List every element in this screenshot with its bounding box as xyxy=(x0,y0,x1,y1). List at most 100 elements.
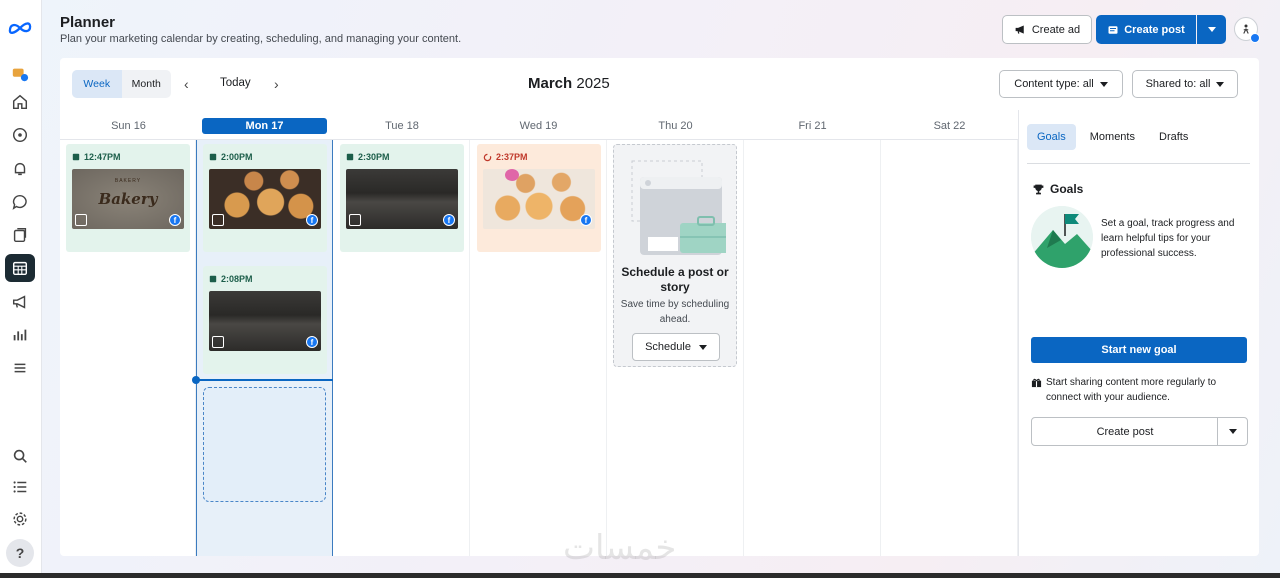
day-header-today[interactable]: Mon 17 xyxy=(202,118,327,134)
chevron-down-icon xyxy=(1228,429,1237,434)
tabs-divider xyxy=(1027,163,1250,164)
planner-main: Week Month ‹ Today › March 2025 Content … xyxy=(60,58,1259,556)
facebook-icon: f xyxy=(306,214,318,226)
create-ad-button[interactable]: Create ad xyxy=(1002,15,1092,44)
week-view-button[interactable]: Week xyxy=(72,70,122,98)
chevron-right-icon[interactable]: › xyxy=(274,76,279,92)
post-thumbnail: BAKERY Bakery f xyxy=(72,169,184,229)
day-header[interactable]: Sat 22 xyxy=(881,118,1018,134)
post-time: 2:00PM xyxy=(209,151,321,163)
watermark: خمسات xyxy=(563,528,677,568)
ads-icon[interactable] xyxy=(5,288,35,316)
day-header[interactable]: Tue 18 xyxy=(334,118,470,134)
schedule-label: Schedule xyxy=(645,341,691,353)
schedule-prompt-body: Save time by scheduling ahead. xyxy=(620,299,730,325)
facebook-icon: f xyxy=(306,336,318,348)
post-type-icon xyxy=(346,153,354,161)
content-type-filter[interactable]: Content type: all xyxy=(999,70,1123,98)
chat-icon[interactable] xyxy=(5,188,35,216)
panel-create-post-dropdown[interactable] xyxy=(1217,417,1248,446)
help-icon[interactable]: ? xyxy=(6,539,34,567)
week-calendar: Sun 16 Mon 17 Tue 18 Wed 19 Thu 20 Fri 2… xyxy=(60,110,1018,556)
create-post-dropdown[interactable] xyxy=(1197,15,1226,44)
facebook-icon: f xyxy=(169,214,181,226)
compass-icon[interactable] xyxy=(5,121,35,149)
trophy-icon xyxy=(1033,184,1044,194)
reel-icon xyxy=(349,214,361,226)
panel-create-post-button[interactable]: Create post xyxy=(1031,417,1219,446)
post-thumbnail: f xyxy=(209,169,321,229)
create-ad-label: Create ad xyxy=(1031,23,1081,36)
post-type-icon xyxy=(209,275,217,283)
goals-heading: Goals xyxy=(1032,182,1083,196)
tab-moments[interactable]: Moments xyxy=(1080,124,1145,150)
empty-time-slot[interactable] xyxy=(203,387,326,502)
scheduled-post-card[interactable]: 2:00PM f xyxy=(203,144,327,252)
schedule-prompt-card: Schedule a post or story Save time by sc… xyxy=(613,144,737,367)
megaphone-icon xyxy=(1015,25,1024,34)
failed-post-card[interactable]: 2:37PM f xyxy=(477,144,601,252)
search-icon[interactable] xyxy=(5,442,35,470)
page-title: Planner xyxy=(60,14,116,31)
settings-icon[interactable] xyxy=(5,505,35,533)
meta-logo-icon[interactable] xyxy=(5,14,35,42)
home-icon[interactable] xyxy=(5,88,35,116)
month-view-button[interactable]: Month xyxy=(122,70,172,98)
calendar-toolbar: Week Month ‹ Today › March 2025 Content … xyxy=(60,58,1259,110)
day-header[interactable]: Sun 16 xyxy=(64,118,193,134)
thumbnail-text: Bakery xyxy=(98,190,158,208)
current-time-line xyxy=(196,379,333,381)
post-type-icon xyxy=(72,153,80,161)
month-title: March 2025 xyxy=(528,75,610,92)
post-format-icon xyxy=(75,214,87,226)
avatar[interactable] xyxy=(1234,17,1260,43)
day-header[interactable]: Thu 20 xyxy=(607,118,744,134)
shared-to-filter[interactable]: Shared to: all xyxy=(1132,70,1238,98)
share-tip: Start sharing content more regularly to … xyxy=(1031,375,1251,405)
tab-drafts[interactable]: Drafts xyxy=(1149,124,1198,150)
post-time: 2:30PM xyxy=(346,151,458,163)
thumbnail-caption: BAKERY xyxy=(114,178,142,184)
goal-mountain-icon xyxy=(1031,206,1093,268)
day-column-fri[interactable] xyxy=(744,140,881,556)
scheduled-post-card[interactable]: 12:47PM BAKERY Bakery f xyxy=(66,144,190,252)
taskbar xyxy=(0,573,1280,578)
year: 2025 xyxy=(576,75,610,92)
facebook-icon: f xyxy=(580,214,592,226)
today-button[interactable]: Today xyxy=(220,77,251,89)
current-time-dot xyxy=(192,376,200,384)
list-icon[interactable] xyxy=(5,473,35,501)
post-time: 2:08PM xyxy=(209,273,321,285)
menu-icon[interactable] xyxy=(5,354,35,382)
post-thumbnail: f xyxy=(209,291,321,351)
day-header[interactable]: Wed 19 xyxy=(470,118,607,134)
insights-icon[interactable] xyxy=(5,321,35,349)
tab-goals[interactable]: Goals xyxy=(1027,124,1076,150)
create-post-button[interactable]: Create post xyxy=(1096,15,1196,44)
day-header[interactable]: Fri 21 xyxy=(744,118,881,134)
post-type-icon xyxy=(209,153,217,161)
view-switcher: Week Month xyxy=(72,70,171,98)
post-thumbnail: f xyxy=(346,169,458,229)
heart-icon xyxy=(505,169,519,181)
chevron-left-icon[interactable]: ‹ xyxy=(184,76,189,92)
chevron-down-icon xyxy=(1207,27,1216,32)
day-column-sat[interactable] xyxy=(881,140,1018,556)
planner-icon[interactable] xyxy=(5,254,35,282)
post-time: 2:37PM xyxy=(483,151,595,163)
post-time: 12:47PM xyxy=(72,151,184,163)
left-rail: ? xyxy=(0,0,42,578)
bell-icon[interactable] xyxy=(5,155,35,183)
month-name: March xyxy=(528,75,573,92)
calendar-illustration-icon xyxy=(631,160,726,255)
schedule-button[interactable]: Schedule xyxy=(632,333,720,361)
post-thumbnail: f xyxy=(483,169,595,229)
notifications-icon[interactable] xyxy=(5,60,35,88)
scheduled-post-card[interactable]: 2:30PM f xyxy=(340,144,464,252)
shared-to-label: Shared to: all xyxy=(1145,78,1211,90)
goals-panel: Goals Moments Drafts Goals Set a goal, t… xyxy=(1018,110,1259,556)
scheduled-post-card[interactable]: 2:08PM f xyxy=(203,266,327,374)
content-icon[interactable] xyxy=(5,221,35,249)
page-subtitle: Plan your marketing calendar by creating… xyxy=(60,33,462,45)
start-new-goal-button[interactable]: Start new goal xyxy=(1031,337,1247,363)
